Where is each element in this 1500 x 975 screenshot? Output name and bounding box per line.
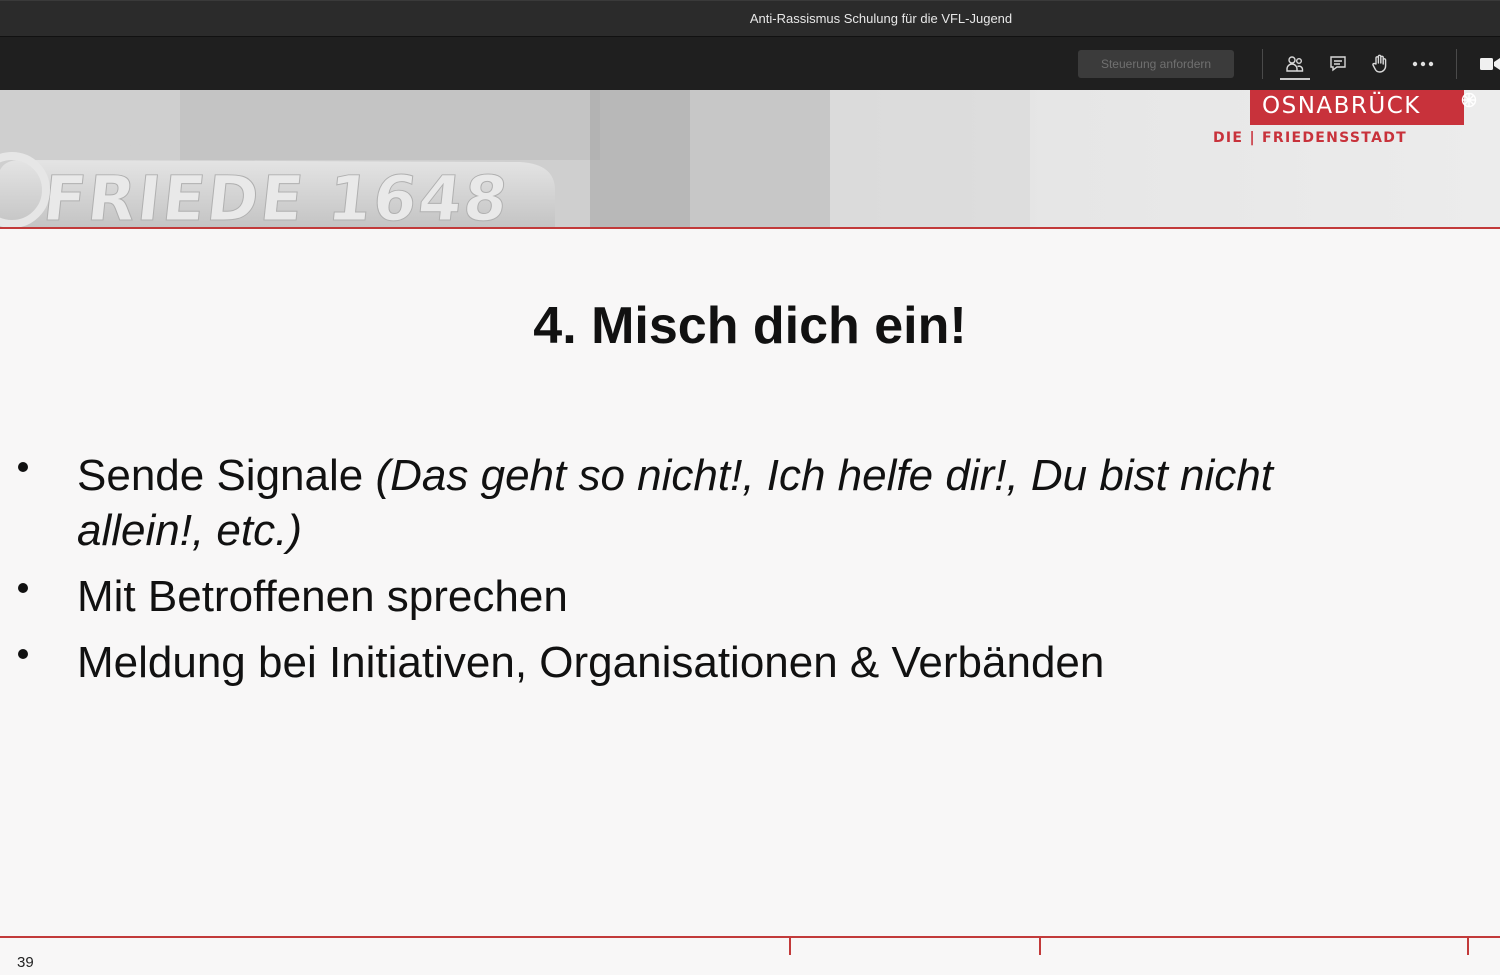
slide-page-number: 39: [17, 954, 34, 971]
toolbar-divider: [1262, 49, 1263, 79]
logo-subtitle: DIE | FRIEDENSSTADT: [1213, 130, 1407, 146]
meeting-toolbar: Steuerung anfordern: [0, 37, 1500, 90]
bullet-plain-text: Meldung bei Initiativen, Organisationen …: [77, 638, 1105, 687]
window-title: Anti-Rassismus Schulung für die VFL-Juge…: [749, 11, 1013, 26]
chat-icon[interactable]: [1323, 51, 1353, 77]
request-control-button[interactable]: Steuerung anfordern: [1078, 50, 1234, 78]
bullet-dot: [18, 462, 28, 472]
logo-text: OSNABRÜCK: [1262, 93, 1421, 119]
bullet-text: Sende Signale (Das geht so nicht!, Ich h…: [77, 448, 1367, 558]
more-options-icon[interactable]: [1408, 51, 1438, 77]
footer-divider: [0, 936, 1500, 938]
people-icon[interactable]: [1280, 51, 1310, 80]
header-divider: [0, 227, 1500, 229]
bullet-text: Mit Betroffenen sprechen: [77, 569, 1367, 624]
bullet-plain-text: Sende Signale: [77, 451, 376, 500]
window-titlebar: Anti-Rassismus Schulung für die VFL-Juge…: [0, 0, 1500, 37]
footer-tick: [1039, 938, 1041, 955]
bullet-plain-text: Mit Betroffenen sprechen: [77, 572, 568, 621]
toolbar-divider: [1456, 49, 1457, 79]
footer-tick: [789, 938, 791, 955]
footer-tick: [1467, 938, 1469, 955]
osnabrueck-logo: OSNABRÜCK: [1250, 90, 1477, 125]
bullet-dot: [18, 649, 28, 659]
banner-watermark-text: FRIEDE 1648: [40, 162, 513, 227]
slide-header-banner: FRIEDE 1648 OSNABRÜCK DIE | FRIEDENSSTAD…: [0, 90, 1500, 227]
slide-title: 4. Misch dich ein!: [533, 297, 967, 355]
presentation-slide: FRIEDE 1648 OSNABRÜCK DIE | FRIEDENSSTAD…: [0, 90, 1500, 975]
camera-icon[interactable]: [1474, 51, 1500, 77]
bullet-text: Meldung bei Initiativen, Organisationen …: [77, 635, 1367, 690]
raise-hand-icon[interactable]: [1365, 51, 1395, 77]
bullet-dot: [18, 583, 28, 593]
